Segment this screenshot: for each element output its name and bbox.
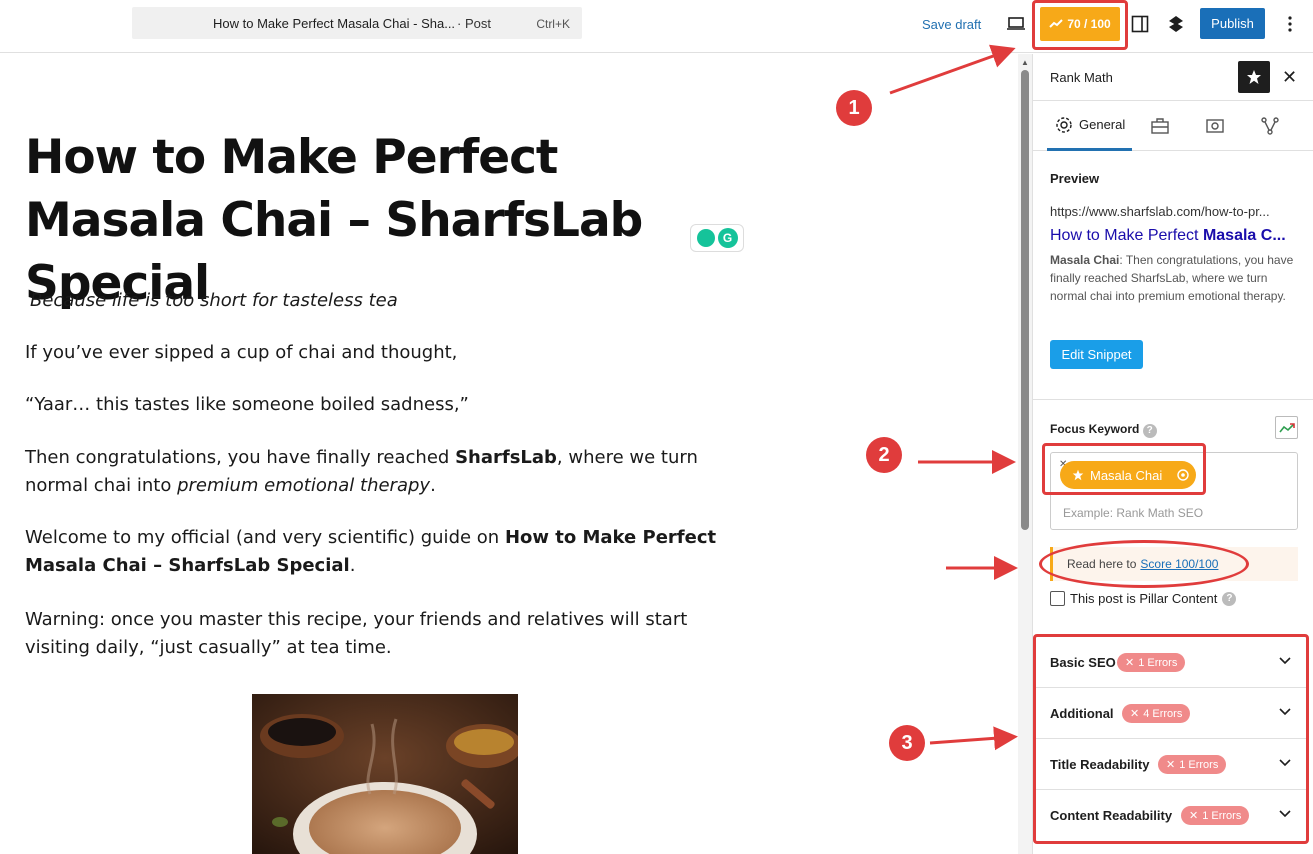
sidebar-tabs: General (1033, 101, 1313, 151)
bold-text: SharfsLab (455, 447, 557, 468)
lightbulb-icon (696, 229, 715, 247)
panel-basic-seo[interactable]: Basic SEO ✕ 1 Errors (1036, 637, 1306, 688)
close-icon: ✕ (1125, 657, 1135, 669)
badge-text: 4 Errors (1143, 707, 1183, 720)
preview-device-icon[interactable] (1004, 12, 1028, 36)
italic-text: premium emotional therapy (177, 475, 431, 496)
chevron-down-icon (1279, 810, 1291, 818)
command-post-type: · Post (457, 16, 491, 31)
text-run: . (430, 475, 436, 496)
score-highlight-box (1032, 0, 1128, 50)
command-shortcut: Ctrl+K (536, 17, 570, 31)
badge-text: 1 Errors (1202, 809, 1242, 822)
score-tip-highlight (1039, 540, 1249, 588)
text-run: Then congratulations, you have finally r… (25, 447, 456, 468)
grammarly-icon: G (717, 228, 738, 248)
text-run: How to Make Perfect (1050, 227, 1203, 244)
close-icon: ✕ (1189, 810, 1199, 822)
scrollbar-thumb[interactable] (1021, 70, 1029, 530)
badge-text: 1 Errors (1179, 758, 1219, 771)
help-icon[interactable]: ? (1222, 591, 1237, 606)
close-icon: ✕ (1166, 759, 1176, 771)
sidebar-header: Rank Math ✕ (1033, 54, 1313, 101)
post-tagline[interactable]: Because life is too short for tasteless … (30, 287, 760, 315)
section-divider (1033, 399, 1313, 400)
annotation-number-1: 1 (836, 90, 872, 126)
error-badge: ✕ 1 Errors (1158, 755, 1227, 774)
checkbox[interactable] (1050, 591, 1065, 606)
gear-icon (1056, 116, 1072, 133)
chevron-down-icon (1279, 657, 1291, 665)
pillar-content-checkbox[interactable]: This post is Pillar Content ? (1050, 591, 1237, 606)
post-paragraph-3[interactable]: Then congratulations, you have finally r… (25, 444, 755, 500)
scroll-up-icon[interactable]: ▲ (1021, 58, 1029, 67)
pin-star-button[interactable] (1238, 61, 1270, 93)
trends-icon[interactable] (1275, 416, 1298, 439)
panel-title-readability[interactable]: Title Readability ✕ 1 Errors (1036, 739, 1306, 790)
text-run: . (349, 555, 356, 576)
panel-label: Content Readability (1050, 808, 1173, 823)
error-badge: ✕ 1 Errors (1117, 653, 1186, 672)
bold-text: Masala Chai (1050, 253, 1120, 267)
badge-text: 1 Errors (1138, 656, 1178, 669)
tab-schema-icon[interactable] (1204, 115, 1226, 137)
keyword-placeholder: Example: Rank Math SEO (1063, 506, 1204, 520)
panel-label: Title Readability (1050, 757, 1150, 772)
editor-scrollbar[interactable]: ▲ (1018, 54, 1032, 854)
app-root: How to Make Perfect Masala Chai - Sha...… (0, 0, 1313, 854)
save-draft-button[interactable]: Save draft (922, 17, 981, 32)
help-icon[interactable]: ? (1142, 423, 1157, 438)
panel-content-readability[interactable]: Content Readability ✕ 1 Errors (1036, 790, 1306, 841)
post-paragraph-4[interactable]: Welcome to my official (and very scienti… (25, 524, 755, 580)
tab-advanced-briefcase-icon[interactable] (1149, 115, 1171, 137)
post-paragraph-1[interactable]: If you’ve ever sipped a cup of chai and … (25, 339, 755, 367)
command-post-title: How to Make Perfect Masala Chai - Sha... (213, 16, 456, 31)
focus-keyword-label: Focus Keyword ? (1050, 422, 1157, 438)
preview-description: Masala Chai: Then congratulations, you h… (1050, 251, 1300, 305)
error-badge: ✕ 4 Errors (1122, 704, 1191, 723)
settings-sidebar-icon[interactable] (1128, 12, 1152, 36)
command-palette-bar[interactable]: How to Make Perfect Masala Chai - Sha...… (132, 7, 582, 39)
error-badge: ✕ 1 Errors (1181, 806, 1250, 825)
star-icon (1247, 70, 1261, 84)
keyword-highlight-box (1042, 443, 1206, 495)
publish-button[interactable]: Publish (1200, 8, 1265, 39)
tab-general-label: General (1079, 117, 1126, 132)
panel-label: Additional (1050, 706, 1114, 721)
editor-topbar: How to Make Perfect Masala Chai - Sha...… (0, 0, 1313, 53)
post-paragraph-2[interactable]: “Yaar… this tastes like someone boiled s… (25, 391, 755, 419)
sidebar-title: Rank Math (1050, 70, 1113, 85)
grammarly-widget[interactable]: G (690, 224, 744, 252)
panel-additional[interactable]: Additional ✕ 4 Errors (1036, 688, 1306, 739)
preview-url: https://www.sharfslab.com/how-to-pr... (1050, 204, 1270, 219)
plugin-logo-icon[interactable] (1164, 12, 1188, 36)
more-options-icon[interactable] (1278, 12, 1302, 36)
pillar-label: This post is Pillar Content (1070, 591, 1218, 606)
rank-math-sidebar: Rank Math ✕ General Preview https://www.… (1032, 54, 1313, 854)
text-run: Focus Keyword (1050, 422, 1140, 436)
close-icon[interactable]: ✕ (1282, 67, 1297, 88)
edit-snippet-button[interactable]: Edit Snippet (1050, 340, 1143, 369)
preview-title: How to Make Perfect Masala C... (1050, 227, 1286, 245)
text-run: Welcome to my official (and very scienti… (25, 527, 505, 548)
chevron-down-icon (1279, 759, 1291, 767)
bold-text: Masala C... (1202, 227, 1286, 244)
annotation-number-2: 2 (866, 437, 902, 473)
close-icon: ✕ (1130, 708, 1140, 720)
chai-image[interactable] (252, 694, 518, 854)
analysis-panels: Basic SEO ✕ 1 Errors Additional ✕ 4 Errors… (1033, 634, 1309, 844)
tab-general[interactable]: General (1047, 101, 1132, 151)
preview-heading: Preview (1050, 171, 1100, 186)
panel-label: Basic SEO (1050, 655, 1116, 670)
chevron-down-icon (1279, 708, 1291, 716)
post-paragraph-5[interactable]: Warning: once you master this recipe, yo… (25, 606, 755, 662)
tab-social-share-icon[interactable] (1259, 115, 1281, 137)
annotation-number-3: 3 (889, 725, 925, 761)
